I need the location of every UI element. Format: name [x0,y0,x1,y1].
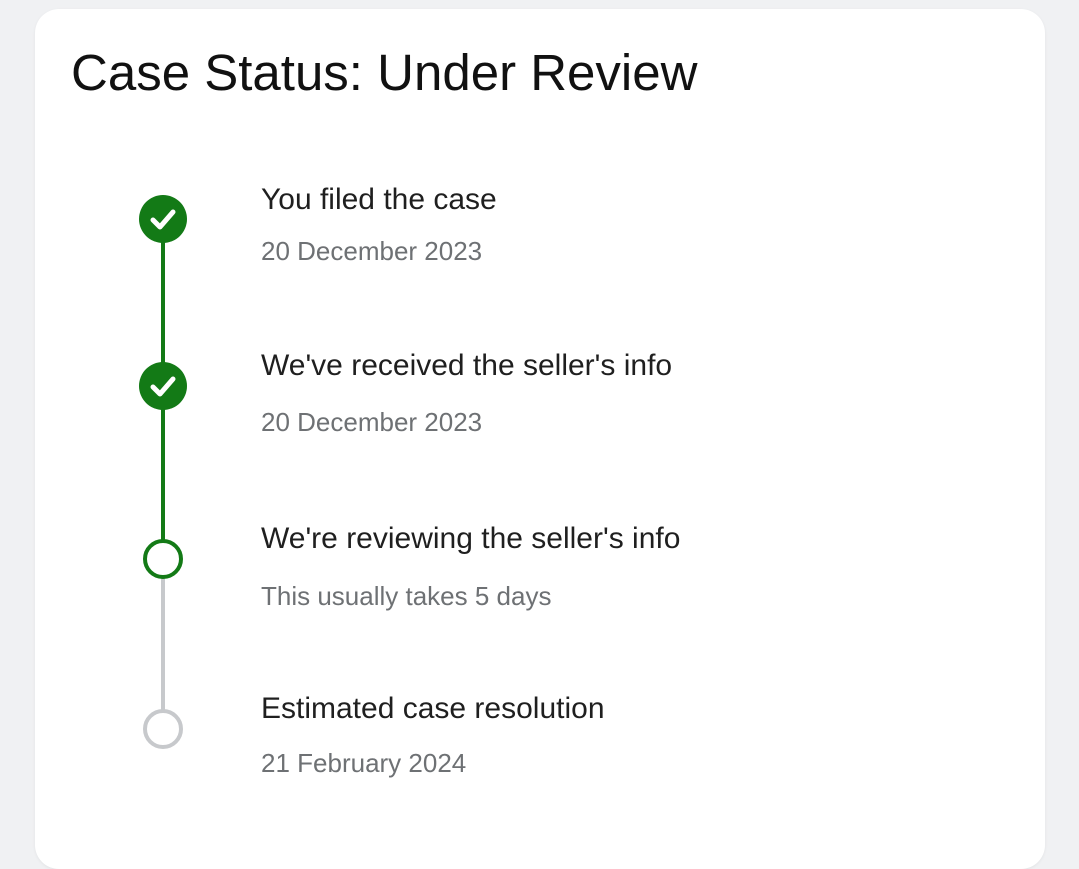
step-date: 20 December 2023 [261,236,483,266]
timeline-connector-pending [161,559,165,729]
step-title: You filed the case [261,183,497,216]
case-status-card: Case Status: Under Review You filed the … [35,9,1045,869]
step-title: Estimated case resolution [261,692,605,725]
step-date: 20 December 2023 [261,407,483,437]
check-icon [150,209,176,230]
page-title: Case Status: Under Review [71,44,698,101]
step-complete-marker [139,362,187,410]
step-title: We've received the seller's info [261,349,673,382]
step-upcoming-marker [143,709,183,749]
step-note: This usually takes 5 days [261,581,552,611]
step-current-marker [143,539,183,579]
check-icon [150,376,176,397]
step-date: 21 February 2024 [261,748,467,778]
step-complete-marker [139,195,187,243]
step-title: We're reviewing the seller's info [261,522,681,555]
